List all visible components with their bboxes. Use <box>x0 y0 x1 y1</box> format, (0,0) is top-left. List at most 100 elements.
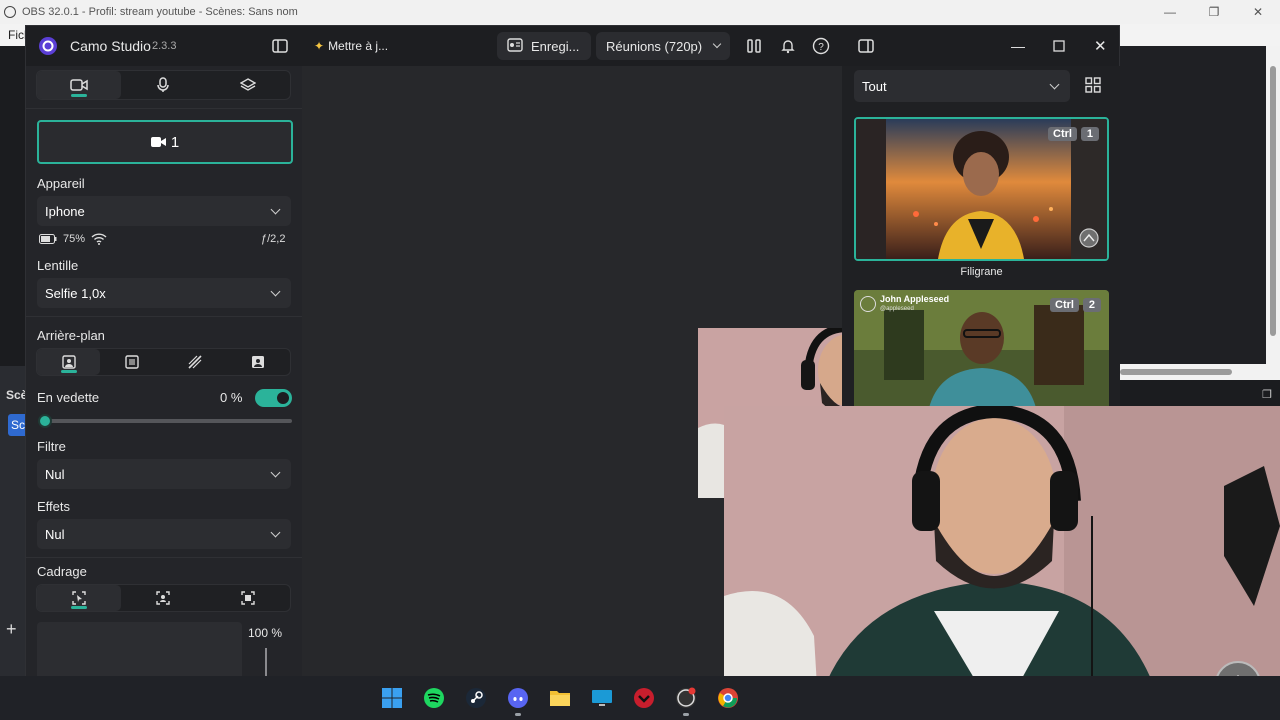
bg-mode-portrait[interactable] <box>37 349 101 375</box>
face-framing-icon <box>156 591 171 605</box>
blur-icon <box>125 355 139 369</box>
device-dropdown[interactable]: Iphone <box>37 196 291 226</box>
person-card-icon <box>252 356 265 368</box>
tab-overlays[interactable] <box>206 71 290 99</box>
close-icon[interactable]: ✕ <box>1094 26 1107 66</box>
obs-taskbar-icon[interactable] <box>668 680 704 716</box>
file-explorer-icon[interactable] <box>542 680 578 716</box>
chevron-down-icon <box>270 204 281 214</box>
obs-vertical-scrollbar[interactable] <box>1266 46 1280 364</box>
filter-dropdown[interactable]: Nul <box>37 459 291 489</box>
webcam-preview-large <box>724 406 1280 720</box>
lens-label: Lentille <box>37 258 79 273</box>
slider-handle[interactable] <box>38 414 52 428</box>
camo-header: Camo Studio 2.3.3 ✦ Mettre à j... Enregi… <box>26 26 1119 66</box>
chevron-down-icon <box>1049 79 1060 89</box>
lens-dropdown[interactable]: Selfie 1,0x <box>37 278 291 308</box>
overlay-card-name-tag[interactable]: John Appleseed @appleseed Ctrl 2 <box>854 290 1109 408</box>
framing-face[interactable] <box>121 585 205 611</box>
layers-icon <box>239 78 256 91</box>
effects-value: Nul <box>45 526 65 542</box>
sidebar-toggle-icon[interactable] <box>272 26 288 66</box>
record-button[interactable]: Enregi... <box>497 32 591 60</box>
minimize-icon[interactable]: — <box>1011 26 1025 66</box>
framing-modes <box>36 584 291 612</box>
windows-start-icon[interactable] <box>374 680 410 716</box>
wifi-icon <box>91 233 107 245</box>
steam-icon[interactable] <box>458 680 494 716</box>
shortcut-mod: Ctrl <box>1050 298 1079 312</box>
obs-right-area <box>1120 46 1280 376</box>
chrome-icon[interactable] <box>710 680 746 716</box>
grid-view-icon[interactable] <box>1085 77 1101 98</box>
bg-mode-blur[interactable] <box>100 349 163 375</box>
maximize-icon[interactable]: ❐ <box>1192 0 1236 24</box>
add-scene-button[interactable]: + <box>6 619 17 640</box>
battery-icon <box>39 234 57 244</box>
preset-label: Réunions (720p) <box>606 38 703 54</box>
background-label: Arrière-plan <box>37 328 105 343</box>
microphone-icon <box>157 77 170 92</box>
overlays-panel: Tout Ctrl 1 Filigrane John Appleseed @ap… <box>842 66 1120 408</box>
featured-label: En vedette <box>37 390 100 405</box>
auto-framing-icon <box>241 591 255 605</box>
obs-window-controls: — ❐ ✕ <box>1148 0 1280 24</box>
record-label: Enregi... <box>531 38 580 54</box>
update-button[interactable]: ✦ Mettre à j... <box>314 26 388 66</box>
overlay-filter-dropdown[interactable]: Tout <box>854 70 1070 102</box>
settings-panel: 1 Appareil Iphone 75% ƒ/2,2 Lentille Sel… <box>26 66 302 676</box>
spotify-icon[interactable] <box>416 680 452 716</box>
discord-icon[interactable] <box>500 680 536 716</box>
device-value: Iphone <box>45 203 85 219</box>
camo-watermark-icon <box>1079 228 1099 253</box>
name-tag: John Appleseed @appleseed <box>860 294 949 314</box>
maximize-icon[interactable] <box>1053 26 1065 66</box>
right-panel-toggle-icon[interactable] <box>858 26 874 66</box>
framing-manual[interactable] <box>37 585 122 611</box>
avatar <box>860 296 876 312</box>
tab-audio[interactable] <box>121 71 205 99</box>
obs-titlebar: OBS 32.0.1 - Profil: stream youtube - Sc… <box>0 0 1280 24</box>
featured-toggle[interactable] <box>255 389 292 407</box>
minimize-icon[interactable]: — <box>1148 0 1192 24</box>
camera-number: 1 <box>170 133 180 151</box>
overlay-card-watermark[interactable]: Ctrl 1 <box>854 117 1109 261</box>
zoom-slider[interactable] <box>265 648 267 676</box>
bg-mode-remove[interactable] <box>164 349 227 375</box>
update-label: Mettre à j... <box>328 39 389 53</box>
close-icon[interactable]: ✕ <box>1236 0 1280 24</box>
app-red-icon[interactable] <box>626 680 662 716</box>
app-name: Camo Studio <box>70 38 151 54</box>
framing-auto[interactable] <box>206 585 290 611</box>
dock-float-icon[interactable]: ❐ <box>1262 388 1272 401</box>
bell-icon[interactable] <box>780 26 796 66</box>
chevron-down-icon <box>270 527 281 537</box>
remote-desktop-icon[interactable] <box>584 680 620 716</box>
zoom-value: 100 % <box>248 626 283 640</box>
framing-label: Cadrage <box>37 564 87 579</box>
obs-scene-item[interactable]: Sc <box>8 414 26 436</box>
bg-mode-replace[interactable] <box>227 349 290 375</box>
battery-level: 75% <box>63 233 86 245</box>
name-tag-handle: @appleseed <box>880 306 914 312</box>
chevron-down-icon <box>270 467 281 477</box>
settings-tabs <box>36 70 291 100</box>
columns-icon[interactable] <box>746 26 762 66</box>
effects-dropdown[interactable]: Nul <box>37 519 291 549</box>
portrait-icon <box>61 355 76 369</box>
featured-value: 0 % <box>220 390 243 405</box>
tab-video[interactable] <box>37 71 122 99</box>
camo-logo-icon <box>38 26 58 66</box>
video-camera-icon <box>150 137 166 147</box>
shortcut-mod: Ctrl <box>1048 127 1077 141</box>
app-version: 2.3.3 <box>152 40 177 52</box>
featured-slider[interactable] <box>38 414 292 428</box>
framing-preview[interactable] <box>37 622 242 676</box>
camera-select-button[interactable]: 1 <box>37 120 293 164</box>
shortcut-key: 2 <box>1082 298 1101 312</box>
device-label: Appareil <box>37 176 85 191</box>
obs-horizontal-scrollbar[interactable] <box>1120 364 1280 380</box>
resolution-preset-dropdown[interactable]: Réunions (720p) <box>596 32 730 60</box>
filter-value: Nul <box>45 466 65 482</box>
help-icon[interactable]: ? <box>812 26 830 66</box>
